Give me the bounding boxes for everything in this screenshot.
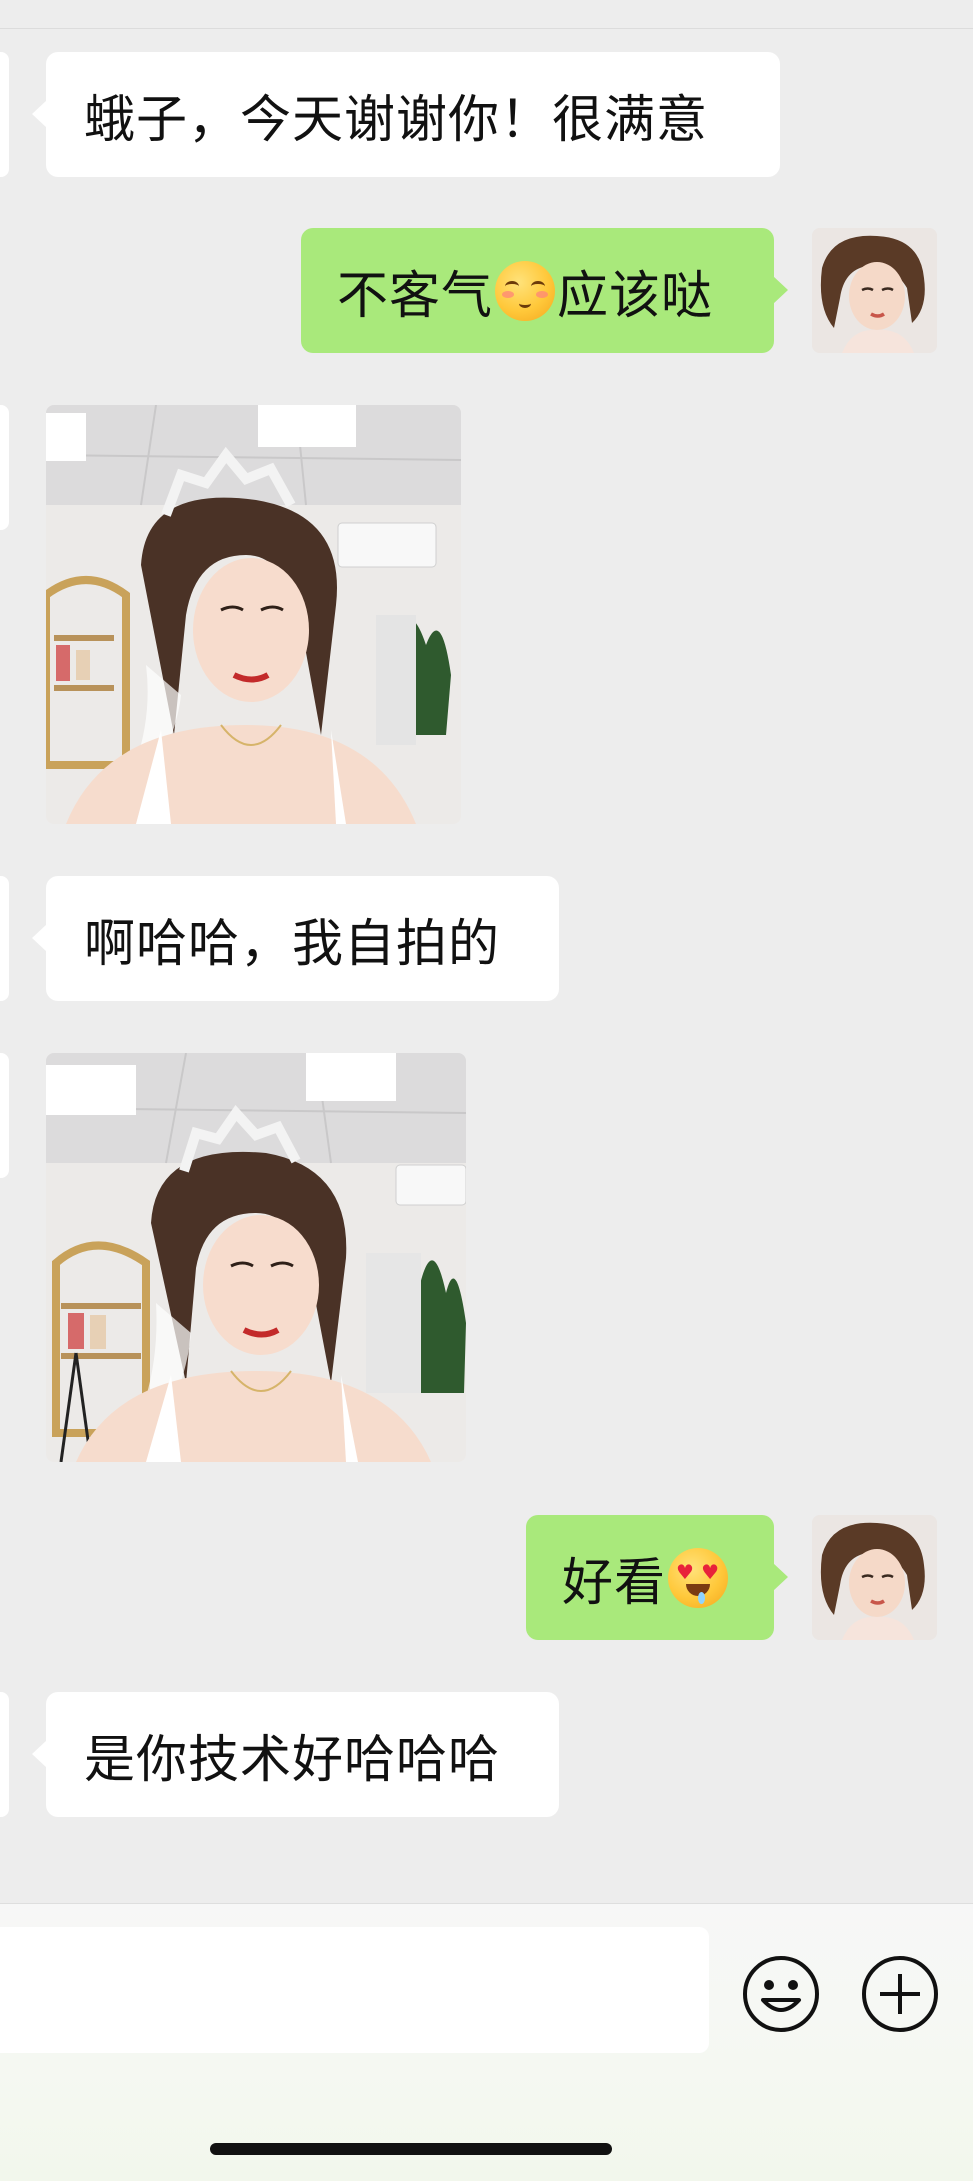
incoming-message-bubble[interactable]: 是你技术好哈哈哈 bbox=[32, 1692, 559, 1817]
avatar-portrait-image bbox=[812, 228, 937, 353]
sender-avatar-edge[interactable] bbox=[0, 405, 9, 530]
outgoing-message-bubble[interactable]: 好看 ♥ ♥ bbox=[526, 1515, 788, 1640]
outgoing-message-bubble[interactable]: 不客气 应该哒 bbox=[301, 228, 788, 353]
sender-avatar-edge[interactable] bbox=[0, 52, 9, 177]
smiley-face-icon[interactable] bbox=[741, 1954, 821, 2034]
plus-circle-icon[interactable] bbox=[860, 1954, 940, 2034]
heart-eyes-emoji-icon: ♥ ♥ bbox=[668, 1547, 729, 1608]
incoming-message-bubble[interactable]: 蛾子，今天谢谢你！很满意 bbox=[32, 52, 780, 177]
message-text: 是你技术好哈哈哈 bbox=[84, 1730, 501, 1790]
message-text: 啊哈哈，我自拍的 bbox=[84, 914, 501, 974]
incoming-image-message[interactable] bbox=[46, 405, 461, 824]
self-avatar[interactable] bbox=[812, 228, 937, 353]
chat-input-bar bbox=[0, 1903, 973, 2181]
message-text-suffix: 应该哒 bbox=[557, 266, 714, 326]
avatar-portrait-image bbox=[812, 1515, 937, 1640]
bride-selfie-image bbox=[46, 405, 461, 824]
self-avatar[interactable] bbox=[812, 1515, 937, 1640]
message-text: 好看 bbox=[562, 1553, 667, 1613]
sender-avatar-edge[interactable] bbox=[0, 876, 9, 1001]
message-text: 不客气 bbox=[337, 266, 494, 326]
chat-message-list[interactable]: 蛾子，今天谢谢你！很满意 不客气 应该哒 啊哈哈，我自拍的 好看 ♥ ♥ 是你技… bbox=[0, 0, 973, 1900]
shy-smile-emoji-icon bbox=[495, 260, 556, 321]
sender-avatar-edge[interactable] bbox=[0, 1053, 9, 1178]
home-indicator[interactable] bbox=[210, 2143, 612, 2155]
bride-selfie-image bbox=[46, 1053, 466, 1462]
sender-avatar-edge[interactable] bbox=[0, 1692, 9, 1817]
message-text: 蛾子，今天谢谢你！很满意 bbox=[84, 90, 709, 150]
message-input[interactable] bbox=[0, 1927, 709, 2053]
incoming-message-bubble[interactable]: 啊哈哈，我自拍的 bbox=[32, 876, 559, 1001]
incoming-image-message[interactable] bbox=[46, 1053, 466, 1462]
